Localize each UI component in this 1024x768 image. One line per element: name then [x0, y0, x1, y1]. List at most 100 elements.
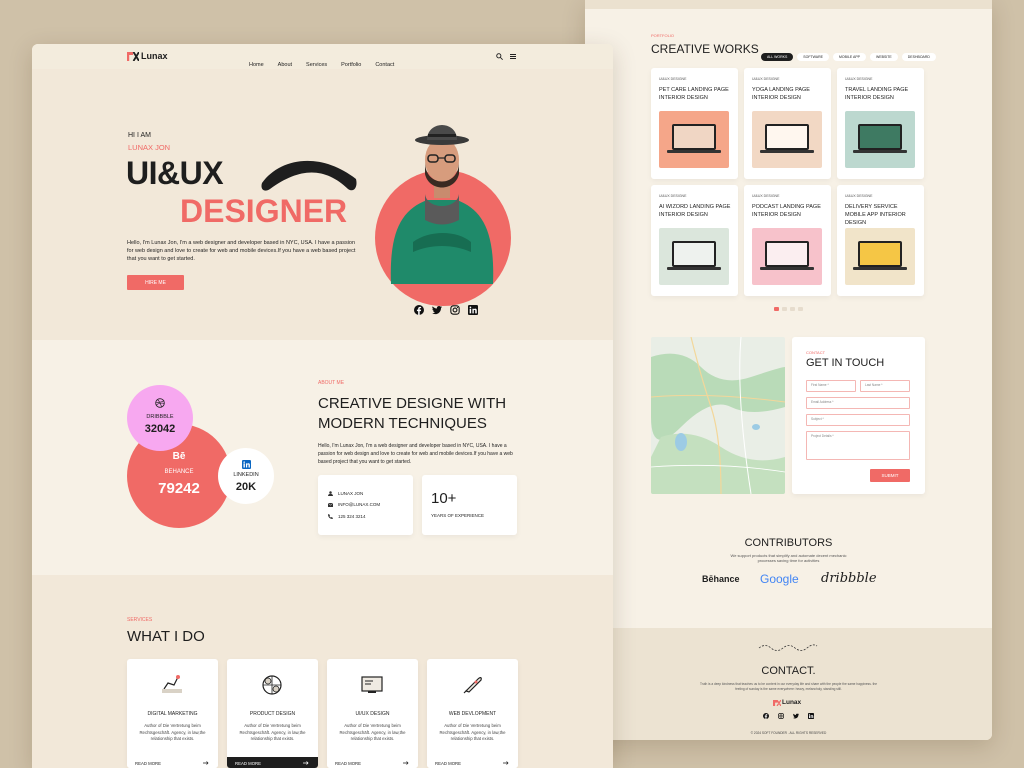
squiggle-icon [758, 644, 818, 651]
linkedin-icon[interactable] [468, 305, 478, 315]
years-label: YEARS OF EXPERIENCE [431, 513, 485, 518]
hire-me-button[interactable]: HIRE ME [127, 275, 184, 290]
work-category: UI&UX DESIGNE [659, 194, 687, 198]
brush-stroke-icon [261, 160, 357, 191]
filter-website[interactable]: WEBSITE [870, 53, 898, 61]
logo-mark-icon [127, 51, 139, 61]
linkedin-icon[interactable] [808, 713, 814, 719]
work-category: UI&UX DESIGNE [752, 194, 780, 198]
laptop-base [667, 267, 721, 270]
pagination-dots [774, 307, 803, 311]
works-grid: UI&UX DESIGNE PET CARE LANDING PAGE INTE… [651, 68, 926, 298]
nav-services[interactable]: Services [306, 62, 327, 68]
arrow-right-icon [503, 761, 509, 765]
nav-portfolio[interactable]: Portfolio [341, 62, 361, 68]
contributors-desc: We support products that simplify and au… [730, 553, 847, 563]
facebook-icon[interactable] [414, 305, 424, 315]
work-thumbnail[interactable] [845, 228, 915, 285]
laptop-screen [858, 124, 902, 150]
dribbble-logo[interactable]: dribbble [821, 571, 877, 586]
footer: CONTACT. Truth is a deep kindness that t… [585, 628, 992, 740]
behance-logo[interactable]: Bēhance [702, 574, 740, 584]
work-card[interactable]: UI&UX DESIGNE AI WIZORD LANDING PAGE INT… [651, 185, 738, 296]
portfolio-tag: PORTFOLIO [651, 33, 675, 38]
laptop-base [853, 267, 907, 270]
map[interactable] [651, 337, 785, 494]
arrow-right-icon [203, 761, 209, 765]
work-category: UI&UX DESIGNE [752, 77, 780, 81]
read-more-link[interactable]: READ MORE [227, 757, 318, 768]
read-more-link[interactable]: READ MORE [327, 757, 418, 768]
home-page: Lunax Home About Services Portfolio Contact … [32, 44, 613, 768]
email-input[interactable]: Email Address * [806, 397, 910, 409]
filter-mobile-app[interactable]: MOBILE APP [833, 53, 867, 61]
work-title: AI WIZORD LANDING PAGE INTERIOR DESIGN [659, 204, 731, 218]
last-name-input[interactable]: Last Name * [860, 380, 910, 392]
service-title: DIGITAL MARKETING [147, 711, 198, 717]
about-description: Hello, I'm Lunax Jon, I'm a web designer… [318, 443, 513, 465]
work-card[interactable]: UI&UX DESIGNE DELIVERY SERVICE MOBILE AP… [837, 185, 924, 296]
top-strip [585, 0, 992, 9]
menu-icon[interactable] [510, 54, 516, 59]
work-card[interactable]: UI&UX DESIGNE YOGA LANDING PAGE INTERIOR… [744, 68, 831, 179]
read-more-link[interactable]: READ MORE [127, 757, 218, 768]
work-thumbnail[interactable] [752, 228, 822, 285]
footer-social [763, 713, 814, 719]
filter-software[interactable]: SOFTWARE [797, 53, 829, 61]
page-dot[interactable] [798, 307, 803, 311]
first-name-input[interactable]: First Name * [806, 380, 856, 392]
dribbble-label: DRIBBBLE [146, 414, 174, 420]
submit-button[interactable]: SUBMIT [870, 469, 910, 482]
twitter-icon[interactable] [432, 305, 442, 315]
service-card[interactable]: WEB DEVLOPMENT Author of Die Vertretung … [427, 659, 518, 768]
nav-logo[interactable]: Lunax [127, 51, 168, 61]
project-details-input[interactable]: Project Details * [806, 431, 910, 460]
services-tag: SERVICES [127, 617, 153, 623]
navbar: Lunax Home About Services Portfolio Contact [32, 44, 613, 69]
search-icon[interactable] [496, 53, 503, 60]
nav-home[interactable]: Home [249, 62, 264, 68]
instagram-icon[interactable] [778, 713, 784, 719]
facebook-icon[interactable] [763, 713, 769, 719]
linkedin-circle: LINKEDIN 20K [218, 448, 274, 504]
contact-title: GET IN TOUCH [806, 357, 885, 369]
service-description: Author of Die Vertretung beim Rechtsgesc… [239, 723, 306, 741]
nav-about[interactable]: About [278, 62, 292, 68]
work-thumbnail[interactable] [659, 228, 729, 285]
portfolio-page: PORTFOLIO CREATIVE WORKS ALL WORKS SOFTWA… [585, 0, 992, 740]
service-title: WEB DEVLOPMENT [448, 711, 497, 717]
work-card[interactable]: UI&UX DESIGNE PET CARE LANDING PAGE INTE… [651, 68, 738, 179]
google-logo[interactable]: Google [760, 572, 799, 586]
work-title: PODCAST LANDING PAGE INTERIOR DESIGN [752, 204, 821, 218]
service-icon [463, 677, 482, 694]
footer-title: CONTACT. [761, 665, 816, 677]
service-card[interactable]: DIGITAL MARKETING Author of Die Vertretu… [127, 659, 218, 768]
subject-input[interactable]: Subject * [806, 414, 910, 426]
behance-icon: Bē [172, 451, 186, 462]
filter-dashboard[interactable]: DESHBOARD [901, 53, 936, 61]
page-dot[interactable] [774, 307, 779, 311]
service-description: Author of Die Vertretung beim Rechtsgesc… [139, 723, 206, 741]
behance-label: BEHANCE [164, 469, 194, 475]
service-card[interactable]: UI/UX DESIGN Author of Die Vertretung be… [327, 659, 418, 768]
filter-all-works[interactable]: ALL WORKS [761, 53, 794, 61]
hero-name: LUNAX JON [128, 143, 171, 152]
instagram-icon[interactable] [450, 305, 460, 315]
portfolio-filters: ALL WORKS SOFTWARE MOBILE APP WEBSITE DESHBO… [757, 45, 936, 63]
twitter-icon[interactable] [793, 713, 799, 719]
hero-greeting: HI I AM [128, 132, 151, 139]
service-card[interactable]: PRODUCT DESIGN Author of Die Vertretung … [227, 659, 318, 768]
nav-contact[interactable]: Contact [375, 62, 394, 68]
linkedin-label: LINKEDIN [233, 472, 259, 478]
laptop-screen [672, 241, 716, 267]
portrait-image [390, 125, 494, 284]
work-thumbnail[interactable] [845, 111, 915, 168]
work-card[interactable]: UI&UX DESIGNE PODCAST LANDING PAGE INTER… [744, 185, 831, 296]
laptop-base [667, 150, 721, 153]
work-thumbnail[interactable] [752, 111, 822, 168]
work-card[interactable]: UI&UX DESIGNE TRAVEL LANDING PAGE INTERI… [837, 68, 924, 179]
read-more-link[interactable]: READ MORE [427, 757, 518, 768]
work-thumbnail[interactable] [659, 111, 729, 168]
page-dot[interactable] [782, 307, 787, 311]
page-dot[interactable] [790, 307, 795, 311]
